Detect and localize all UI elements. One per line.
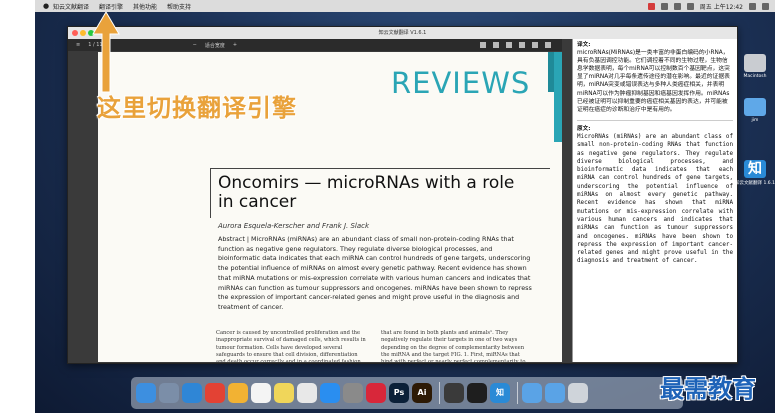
close-window-button[interactable] xyxy=(72,30,78,36)
body-column-2[interactable]: that are found in both plants and animal… xyxy=(381,330,533,362)
print-icon[interactable] xyxy=(506,42,512,48)
zhiyun-app-icon: 知 xyxy=(744,160,766,178)
textedit-icon[interactable] xyxy=(297,383,317,403)
desktop-icon-jim[interactable]: jim xyxy=(736,98,774,123)
window-title: 知云文献翻译 V1.6.1 xyxy=(378,30,427,36)
search-icon[interactable] xyxy=(749,2,756,10)
finder-icon[interactable] xyxy=(136,383,156,403)
folder-icon[interactable] xyxy=(522,383,542,403)
zoom-out-button[interactable]: − xyxy=(193,42,197,48)
trash-icon[interactable] xyxy=(568,383,588,403)
desktop-icon-zhiyun[interactable]: 知 知云文献翻译 1.6.1 xyxy=(733,160,775,186)
body-column-1[interactable]: Cancer is caused by uncontrolled prolife… xyxy=(216,330,368,362)
article-title[interactable]: Oncomirs — microRNAs with a role in canc… xyxy=(218,174,518,212)
menu-bar: ● 知云文献翻译 翻译引擎 其他功能 帮助支持 周五 上午12:42 xyxy=(35,0,775,12)
status-wifi-icon[interactable] xyxy=(673,2,681,10)
copy-icon[interactable] xyxy=(493,42,499,48)
article-authors[interactable]: Aurora Esquela-Kerscher and Frank J. Sla… xyxy=(218,222,369,230)
original-text[interactable]: MicroRNAs (miRNAs) are an abundant class… xyxy=(577,133,733,266)
panel-divider xyxy=(577,119,733,121)
desktop-screen: ● 知云文献翻译 翻译引擎 其他功能 帮助支持 周五 上午12:42 知云文献翻… xyxy=(35,0,775,413)
safari-icon[interactable] xyxy=(182,383,202,403)
status-app-icon[interactable] xyxy=(660,2,668,10)
apple-icon[interactable]: ● xyxy=(43,2,53,10)
appstore-icon[interactable] xyxy=(320,383,340,403)
screen-icon[interactable] xyxy=(444,383,464,403)
menu-other-functions[interactable]: 其他功能 xyxy=(133,2,157,11)
fit-icon[interactable] xyxy=(480,42,486,48)
translation-text[interactable]: microRNAs(MiRNAs)是一类丰富的非蛋白编码的小RNA，具有负基因调… xyxy=(577,49,733,114)
launchpad-icon[interactable] xyxy=(159,383,179,403)
chrome-icon[interactable] xyxy=(205,383,225,403)
notes-icon[interactable] xyxy=(274,383,294,403)
zoom-in-button[interactable]: + xyxy=(233,42,237,48)
zoom-select[interactable]: 适合宽度 xyxy=(205,42,225,49)
menu-help[interactable]: 帮助支持 xyxy=(167,2,191,11)
settings-icon[interactable] xyxy=(343,383,363,403)
app-red-icon[interactable] xyxy=(366,383,386,403)
folder-icon xyxy=(744,98,766,116)
title-rule xyxy=(210,168,550,169)
instruction-caption: 这里切换翻译引擎 xyxy=(97,94,297,122)
menu-translation-engine[interactable]: 翻译引擎 xyxy=(99,2,123,11)
translation-label: 译文: xyxy=(577,42,591,48)
dock-separator xyxy=(517,382,518,404)
folder-2-icon[interactable] xyxy=(545,383,565,403)
menu-app[interactable]: 知云文献翻译 xyxy=(53,2,89,11)
photoshop-icon[interactable]: Ps xyxy=(389,383,409,403)
zhiyun-icon[interactable]: 知 xyxy=(490,383,510,403)
article-abstract[interactable]: Abstract | MicroRNAs (miRNAs) are an abu… xyxy=(218,235,534,313)
minimize-window-button[interactable] xyxy=(80,30,86,36)
title-rule-vertical xyxy=(210,168,211,218)
dock: Ps Ai 知 xyxy=(131,377,683,409)
calendar-icon[interactable] xyxy=(251,383,271,403)
dock-separator xyxy=(439,382,440,404)
toolbar-actions xyxy=(478,39,564,51)
translation-panel: 译文: microRNAs(MiRNAs)是一类丰富的非蛋白编码的小RNA，具有… xyxy=(572,39,737,362)
menu-list-icon[interactable] xyxy=(762,2,769,10)
highlight-icon[interactable] xyxy=(532,42,538,48)
app-window: 知云文献翻译 V1.6.1 ≡ 1 / 11 − 适合宽度 + REVIEWS … xyxy=(67,26,738,364)
illustrator-icon[interactable]: Ai xyxy=(412,383,432,403)
status-battery-icon[interactable] xyxy=(686,2,694,10)
original-label: 原文: xyxy=(577,125,591,132)
window-titlebar: 知云文献翻译 V1.6.1 xyxy=(68,27,737,39)
photos-icon[interactable] xyxy=(228,383,248,403)
status-area: 周五 上午12:42 xyxy=(647,0,769,12)
up-arrow-icon xyxy=(92,12,120,93)
reviews-banner: REVIEWS xyxy=(391,66,531,100)
hard-drive-icon xyxy=(744,54,766,72)
page-accent xyxy=(554,52,562,142)
more-icon[interactable] xyxy=(545,42,551,48)
clock[interactable]: 周五 上午12:42 xyxy=(700,2,743,11)
save-icon[interactable] xyxy=(519,42,525,48)
monitor-icon[interactable] xyxy=(467,383,487,403)
desktop-icon-macintosh[interactable]: Macintosh xyxy=(736,54,774,79)
sidebar-toggle-icon[interactable]: ≡ xyxy=(76,42,80,48)
status-red-icon[interactable] xyxy=(647,2,655,10)
watermark-logo: 最需教育 xyxy=(660,375,756,403)
